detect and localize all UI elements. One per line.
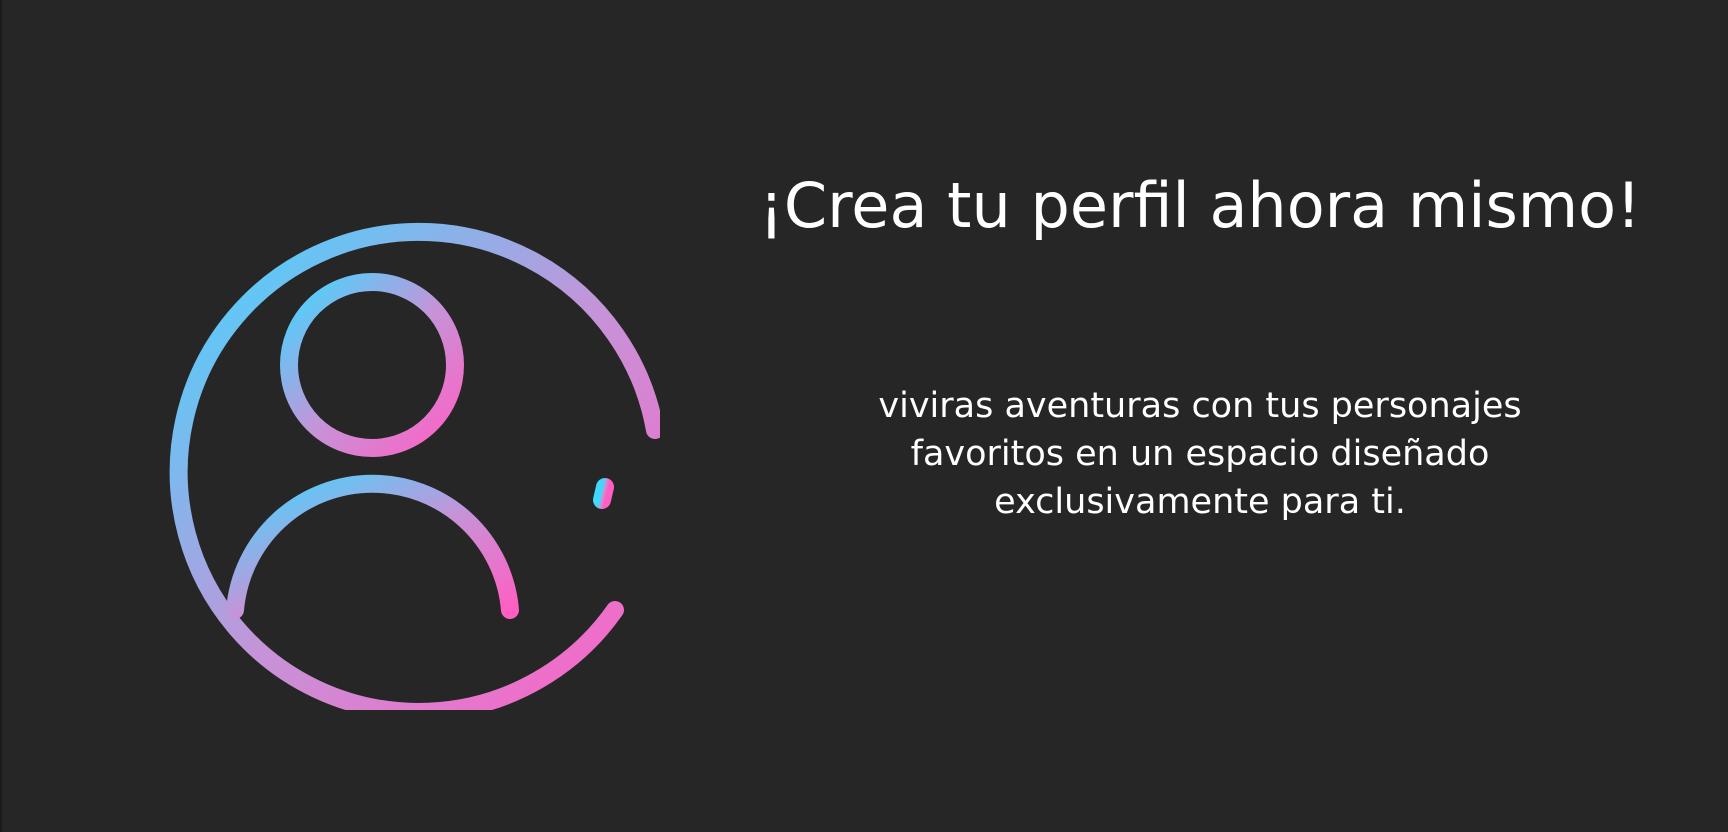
page-description: viviras aventuras con tus personajes fav… <box>878 386 1522 522</box>
head-circle <box>280 273 464 457</box>
shoulders-arc <box>226 474 519 619</box>
page-title: ¡Crea tu perfil ahora mismo! <box>759 169 1641 242</box>
ring-dot-icon <box>593 478 614 509</box>
user-profile-icon <box>100 170 660 710</box>
left-edge-divider <box>0 0 2 832</box>
profile-promo-screen: ¡Crea tu perfil ahora mismo! viviras ave… <box>0 0 1728 832</box>
